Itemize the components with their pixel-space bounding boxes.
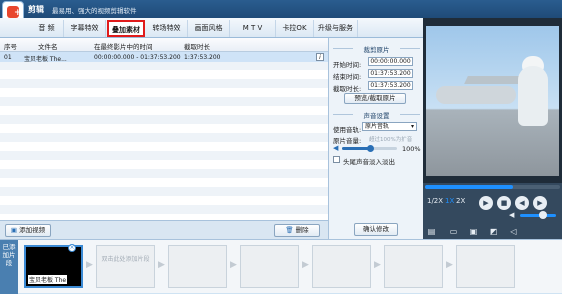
scene-wing	[464, 76, 523, 84]
start-time-label: 开始时间:	[333, 61, 362, 69]
volume-slider-fill	[342, 147, 370, 150]
end-time-label: 结束时间:	[333, 73, 362, 81]
save-icon[interactable]: ▣	[469, 228, 478, 236]
arrow-right-icon: ▶	[230, 260, 237, 270]
playback-progress-fill	[425, 185, 513, 189]
tab-transition-effects[interactable]: 转场特效	[146, 20, 188, 37]
clip-list: 01 宝贝老板 The... 00:00:00.000 - 01:37:53.2…	[0, 52, 328, 220]
tab-audio[interactable]: 音 频	[30, 20, 64, 37]
timeline-empty-slot[interactable]	[240, 245, 299, 288]
volume-hint: 超过100%为扩音	[369, 137, 413, 143]
timeline-empty-slot[interactable]	[312, 245, 371, 288]
timeline-empty-slot[interactable]	[168, 245, 227, 288]
cut-section-title: 裁剪原片	[363, 46, 390, 54]
column-header-filename: 文件名	[38, 43, 58, 51]
column-header-index: 序号	[4, 43, 17, 51]
timeline-empty-slot[interactable]	[384, 245, 443, 288]
tab-subtitle-effects[interactable]: 字幕特效	[64, 20, 106, 37]
row-duration: 1:37:53.200	[184, 53, 221, 61]
prev-frame-button[interactable]: ◀	[515, 196, 529, 210]
stop-button[interactable]: ■	[497, 196, 511, 210]
timeline-label: 已添加片段	[0, 240, 18, 294]
chevron-down-icon: ▾	[410, 123, 414, 130]
confirm-button[interactable]: 确认修改	[354, 223, 398, 236]
app-title: 剪辑	[28, 5, 44, 14]
export-icon[interactable]: ◩	[489, 228, 498, 236]
tab-mtv[interactable]: M T V	[230, 20, 276, 37]
audio-source-select[interactable]: 原片音轨 ▾	[362, 122, 417, 131]
fade-label: 头尾声音淡入淡出	[343, 158, 395, 166]
audio-section-title: 声音设置	[363, 112, 390, 120]
timeline-empty-slot[interactable]	[456, 245, 515, 288]
table-row[interactable]: 01 宝贝老板 The... 00:00:00.000 - 01:37:53.2…	[0, 52, 328, 63]
row-filename: 宝贝老板 The...	[24, 55, 67, 63]
main-tab-bar: 音 频 字幕特效 叠加素材 转场特效 画面风格 M T V 卡拉OK 升级与服务	[0, 18, 423, 38]
volume-value: 100%	[402, 145, 421, 153]
add-video-icon: ▣	[10, 226, 20, 234]
player-controls: 1/2X 1X 2X ▶ ■ ◀ ▶ ◀ ▤ ▭ ▣ ◩ ◁	[423, 183, 562, 239]
tab-picture-style[interactable]: 画面风格	[188, 20, 230, 37]
clip-list-header: 序号 文件名 在最终影片中的时间 截取时长	[0, 38, 328, 52]
tab-karaoke[interactable]: 卡拉OK	[276, 20, 314, 37]
title-bar: + 剪辑 最易用、强大的视频剪辑软件	[0, 0, 562, 23]
column-header-time: 在最终影片中的时间	[94, 43, 153, 51]
volume-slider[interactable]	[342, 145, 397, 152]
logo-mark-icon: +	[7, 6, 22, 18]
clip-settings-panel: 裁剪原片 开始时间: 00:00:00.000 结束时间: 01:37:53.2…	[328, 38, 423, 239]
speed-double-button[interactable]: 2X	[456, 197, 465, 205]
preview-cut-button[interactable]: 预览/截取原片	[344, 93, 406, 104]
volume-slider-knob[interactable]	[366, 145, 374, 152]
speed-half-button[interactable]: 1/2X	[427, 197, 443, 205]
playback-progress-bar[interactable]	[425, 185, 560, 189]
end-time-input[interactable]: 01:37:53.200	[368, 69, 413, 78]
timeline-empty-slot[interactable]: 双击此处添加片段	[96, 245, 155, 288]
speed-normal-button[interactable]: 1X	[445, 197, 454, 205]
clip-timeline: 已添加片段 宝贝老板 The × ▶ 双击此处添加片段 ▶ ▶ ▶ ▶ ▶	[0, 239, 562, 294]
delete-button[interactable]: 🗑 删除	[274, 224, 320, 237]
tab-overlay-materials[interactable]: 叠加素材	[107, 20, 145, 37]
arrow-right-icon: ▶	[374, 260, 381, 270]
next-frame-button[interactable]: ▶	[533, 196, 547, 210]
row-index: 01	[4, 53, 12, 61]
fade-checkbox[interactable]	[333, 156, 340, 163]
open-folder-icon[interactable]: ▭	[449, 228, 458, 236]
info-icon[interactable]: i	[316, 53, 324, 61]
remove-clip-icon[interactable]: ×	[68, 244, 76, 252]
play-button[interactable]: ▶	[479, 196, 493, 210]
snapshot-icon[interactable]: ▤	[427, 228, 436, 236]
video-frame	[426, 26, 559, 176]
arrow-right-icon: ▶	[446, 260, 453, 270]
column-header-duration: 截取时长	[184, 43, 210, 51]
duration-label: 截取时长:	[333, 85, 362, 93]
list-toolbar: ▣ 添加视频 🗑 删除	[0, 220, 328, 239]
speaker-icon: ◀	[509, 211, 515, 219]
add-video-label: 添加视频	[19, 226, 46, 234]
timeline-clip-active[interactable]: 宝贝老板 The	[24, 245, 83, 288]
arrow-right-icon: ▶	[302, 260, 309, 270]
add-video-button[interactable]: ▣ 添加视频	[5, 224, 51, 237]
start-time-input[interactable]: 00:00:00.000	[368, 57, 413, 66]
app-slogan: 最易用、强大的视频剪辑软件	[52, 7, 137, 15]
tab-upgrade-service[interactable]: 升级与服务	[314, 20, 358, 37]
audio-source-value: 原片音轨	[365, 123, 390, 130]
scene-plane	[436, 86, 516, 104]
share-icon[interactable]: ◁	[509, 228, 518, 236]
duration-input[interactable]: 01:37:53.200	[368, 81, 413, 90]
player-volume-slider[interactable]	[520, 214, 556, 217]
player-volume-knob[interactable]	[539, 211, 548, 219]
scene-character	[518, 66, 548, 126]
trash-icon: 🗑	[285, 226, 296, 234]
delete-label: 删除	[295, 226, 309, 234]
row-time: 00:00:00.000 - 01:37:53.200	[94, 53, 181, 61]
arrow-right-icon: ▶	[86, 260, 93, 270]
speaker-icon: ◀	[333, 144, 339, 152]
timeline-clip-label: 宝贝老板 The	[28, 275, 68, 284]
arrow-right-icon: ▶	[158, 260, 165, 270]
audio-source-label: 使用音轨:	[333, 126, 362, 134]
video-preview	[423, 18, 562, 183]
empty-slot-hint: 双击此处添加片段	[101, 256, 150, 263]
